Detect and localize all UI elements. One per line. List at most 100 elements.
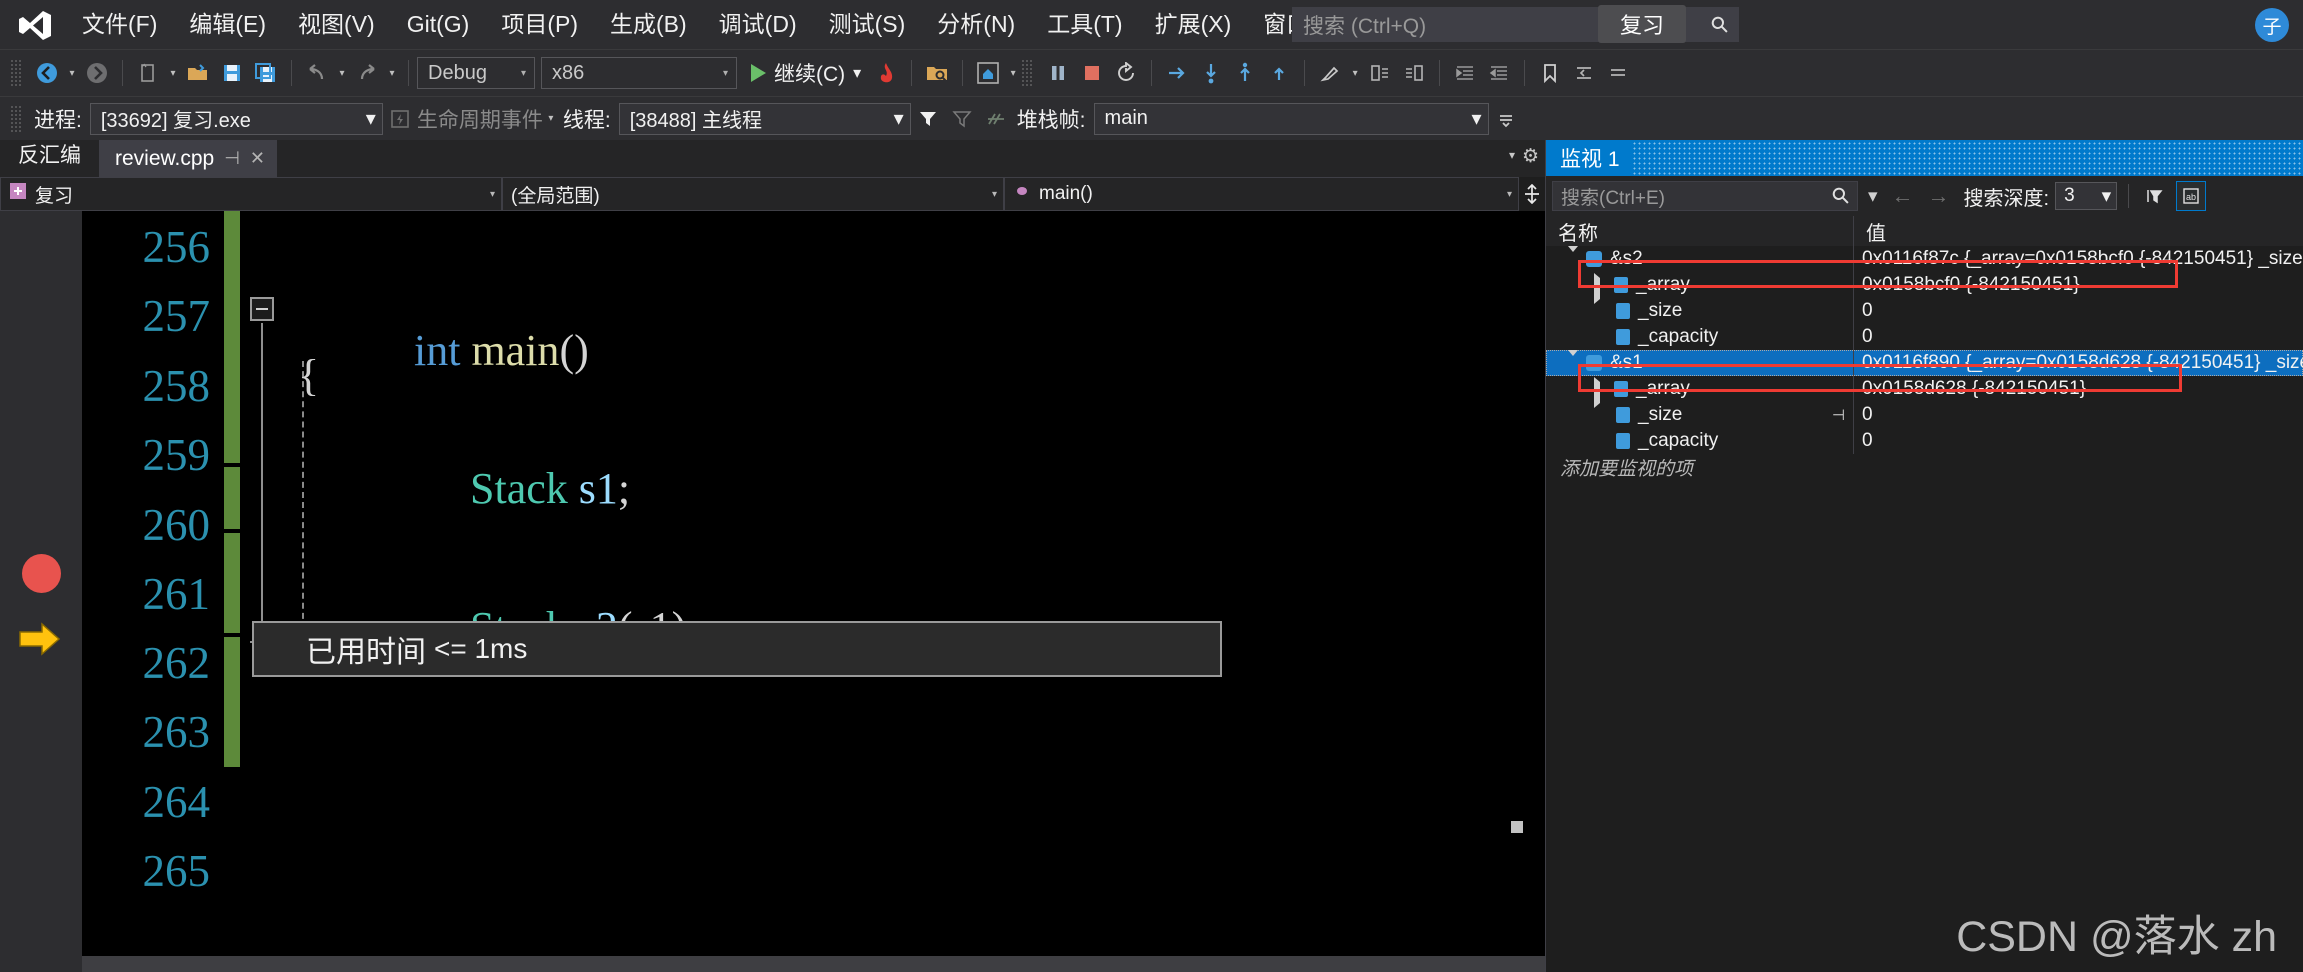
- flag-threads-icon[interactable]: [979, 102, 1013, 136]
- chevron-down-icon[interactable]: [1568, 246, 1582, 273]
- watch-value[interactable]: 0: [1854, 298, 2303, 324]
- filter-icon[interactable]: [911, 102, 945, 136]
- table-row[interactable]: _size ⊣ 0: [1546, 402, 2303, 428]
- bookmark-icon[interactable]: [1533, 56, 1567, 90]
- chevron-down-icon[interactable]: ▾: [1864, 185, 1882, 208]
- toolbar-grip[interactable]: [10, 59, 22, 87]
- code-text-area[interactable]: int main() { Stack s1; Stack s2(s1); } 已…: [240, 211, 1545, 972]
- solution-platform-select[interactable]: x86 ▾: [541, 57, 737, 89]
- redo-icon[interactable]: [350, 56, 384, 90]
- arrow-right-icon[interactable]: →: [1924, 183, 1954, 209]
- watch-value[interactable]: 0x0116f890 {_array=0x0158d628 {-84215045…: [1854, 350, 2303, 376]
- uncomment-icon[interactable]: [1397, 56, 1431, 90]
- watch-row-name-cell[interactable]: _capacity: [1546, 324, 1854, 350]
- menu-item-git[interactable]: Git(G): [391, 6, 486, 43]
- pin-icon[interactable]: ⊣: [224, 148, 240, 169]
- watch-search-input[interactable]: 搜索(Ctrl+E) ⚲: [1552, 181, 1858, 211]
- editor-horizontal-scrollbar[interactable]: [82, 956, 1545, 972]
- watch-value[interactable]: 0x0158d628 {-842150451}: [1854, 376, 2303, 402]
- stop-icon[interactable]: [1075, 56, 1109, 90]
- watch-grid[interactable]: 名称 值 &s2 0x0116f87c {_array=0x0158bcf0 {…: [1546, 216, 2303, 972]
- search-depth-select[interactable]: 3 ▾: [2055, 182, 2118, 210]
- lifecycle-dropdown-icon[interactable]: ▾: [543, 102, 559, 136]
- tab-review-cpp[interactable]: review.cpp ⊣ ✕: [99, 140, 277, 177]
- watch-row-name-cell[interactable]: _size: [1546, 298, 1854, 324]
- collapse-outline-icon[interactable]: [250, 297, 274, 321]
- attach-to-process-icon[interactable]: [920, 56, 954, 90]
- redo-dropdown-icon[interactable]: ▾: [384, 56, 400, 90]
- save-icon[interactable]: [215, 56, 249, 90]
- process-select[interactable]: [33692] 复习.exe ▾: [89, 102, 383, 135]
- pause-icon[interactable]: [1041, 56, 1075, 90]
- watch-value[interactable]: 0x0158bcf0 {-842150451}: [1854, 272, 2303, 298]
- table-row[interactable]: _array 0x0158bcf0 {-842150451}: [1546, 272, 2303, 304]
- restart-icon[interactable]: [1109, 56, 1143, 90]
- watch-row-name-cell[interactable]: &s2: [1546, 246, 1854, 273]
- menu-item-build[interactable]: 生成(B): [594, 6, 703, 43]
- highlight-dropdown-icon[interactable]: ▾: [1347, 56, 1363, 90]
- watch-row-name-cell[interactable]: &s1: [1546, 350, 1854, 377]
- watch-row-name-cell[interactable]: _capacity: [1546, 428, 1854, 454]
- lifecycle-events-label[interactable]: 生命周期事件: [417, 104, 543, 134]
- table-row[interactable]: _capacity 0: [1546, 324, 2303, 350]
- nav-project-select[interactable]: 复习 ▾: [0, 177, 502, 211]
- step-out-alt-icon[interactable]: [1262, 56, 1296, 90]
- watch-row-name-cell[interactable]: _array: [1546, 272, 1854, 304]
- watch-row-name-cell[interactable]: _array: [1546, 376, 1854, 408]
- menu-item-tools[interactable]: 工具(T): [1031, 6, 1138, 43]
- code-editor[interactable]: 256 257 258 259 260 261 262 263 264 265: [0, 211, 1545, 972]
- menu-item-test[interactable]: 测试(S): [813, 6, 922, 43]
- table-row[interactable]: &s2 0x0116f87c {_array=0x0158bcf0 {-8421…: [1546, 246, 2303, 273]
- debug-toolbar-grip[interactable]: [1021, 59, 1034, 87]
- table-row[interactable]: _size 0: [1546, 298, 2303, 324]
- more-icon[interactable]: [1601, 56, 1635, 90]
- undo-dropdown-icon[interactable]: ▾: [334, 56, 350, 90]
- close-icon[interactable]: ✕: [250, 148, 265, 169]
- stackframe-select[interactable]: main ▾: [1093, 102, 1489, 135]
- watch-value[interactable]: 0: [1854, 428, 2303, 454]
- step-over-icon[interactable]: [1194, 56, 1228, 90]
- solution-configuration-select[interactable]: Debug ▾: [417, 57, 535, 89]
- increase-indent-icon[interactable]: [1482, 56, 1516, 90]
- toolbar-overflow-icon[interactable]: ▾: [1005, 56, 1021, 90]
- table-row[interactable]: _capacity 0: [1546, 428, 2303, 454]
- live-share-home-icon[interactable]: [971, 56, 1005, 90]
- filter-threads-icon[interactable]: [945, 102, 979, 136]
- navigate-back-icon[interactable]: [30, 56, 64, 90]
- column-header-value[interactable]: 值: [1854, 216, 2303, 246]
- breakpoint-icon[interactable]: [22, 554, 61, 593]
- toolbar-overflow-icon[interactable]: [1489, 102, 1523, 136]
- disassembly-tab-label[interactable]: 反汇编: [0, 139, 99, 177]
- thread-select[interactable]: [38488] 主线程 ▾: [618, 102, 911, 135]
- navigate-forward-icon[interactable]: [80, 56, 114, 90]
- split-window-icon[interactable]: [1519, 177, 1545, 211]
- table-row[interactable]: _array 0x0158d628 {-842150451}: [1546, 376, 2303, 408]
- watch-value[interactable]: 0x0116f87c {_array=0x0158bcf0 {-84215045…: [1854, 246, 2303, 272]
- pin-icon[interactable]: ⊣: [1832, 406, 1845, 424]
- watch-row-name-cell[interactable]: _size ⊣: [1546, 402, 1854, 428]
- undo-icon[interactable]: [300, 56, 334, 90]
- step-into-icon[interactable]: [1160, 56, 1194, 90]
- menu-item-file[interactable]: 文件(F): [66, 6, 173, 43]
- debug-location-grip[interactable]: [10, 104, 22, 133]
- gear-icon[interactable]: ⚙: [1522, 145, 1539, 168]
- chevron-down-icon[interactable]: ▾: [1509, 148, 1515, 162]
- highlight-icon[interactable]: [1313, 56, 1347, 90]
- decrease-indent-icon[interactable]: [1448, 56, 1482, 90]
- menu-item-project[interactable]: 项目(P): [485, 6, 594, 43]
- avatar[interactable]: 子: [2255, 8, 2289, 42]
- navigate-back-dropdown-icon[interactable]: ▾: [64, 56, 80, 90]
- add-watch-placeholder[interactable]: 添加要监视的项: [1546, 454, 2303, 480]
- lifecycle-events-icon[interactable]: [383, 102, 417, 136]
- watch-window-title-bar[interactable]: 监视 1: [1546, 140, 2303, 176]
- chevron-right-icon[interactable]: [1594, 273, 1608, 304]
- new-file-dropdown-icon[interactable]: ▾: [165, 56, 181, 90]
- menu-item-analyze[interactable]: 分析(N): [921, 6, 1031, 43]
- watch-value[interactable]: 0: [1854, 402, 2303, 428]
- menu-item-edit[interactable]: 编辑(E): [173, 6, 282, 43]
- nav-scope-select[interactable]: (全局范围) ▾: [502, 177, 1004, 211]
- chevron-down-icon[interactable]: [1568, 350, 1582, 377]
- hot-reload-flame-icon[interactable]: [869, 56, 903, 90]
- menu-item-view[interactable]: 视图(V): [282, 6, 391, 43]
- watch-value[interactable]: 0: [1854, 324, 2303, 350]
